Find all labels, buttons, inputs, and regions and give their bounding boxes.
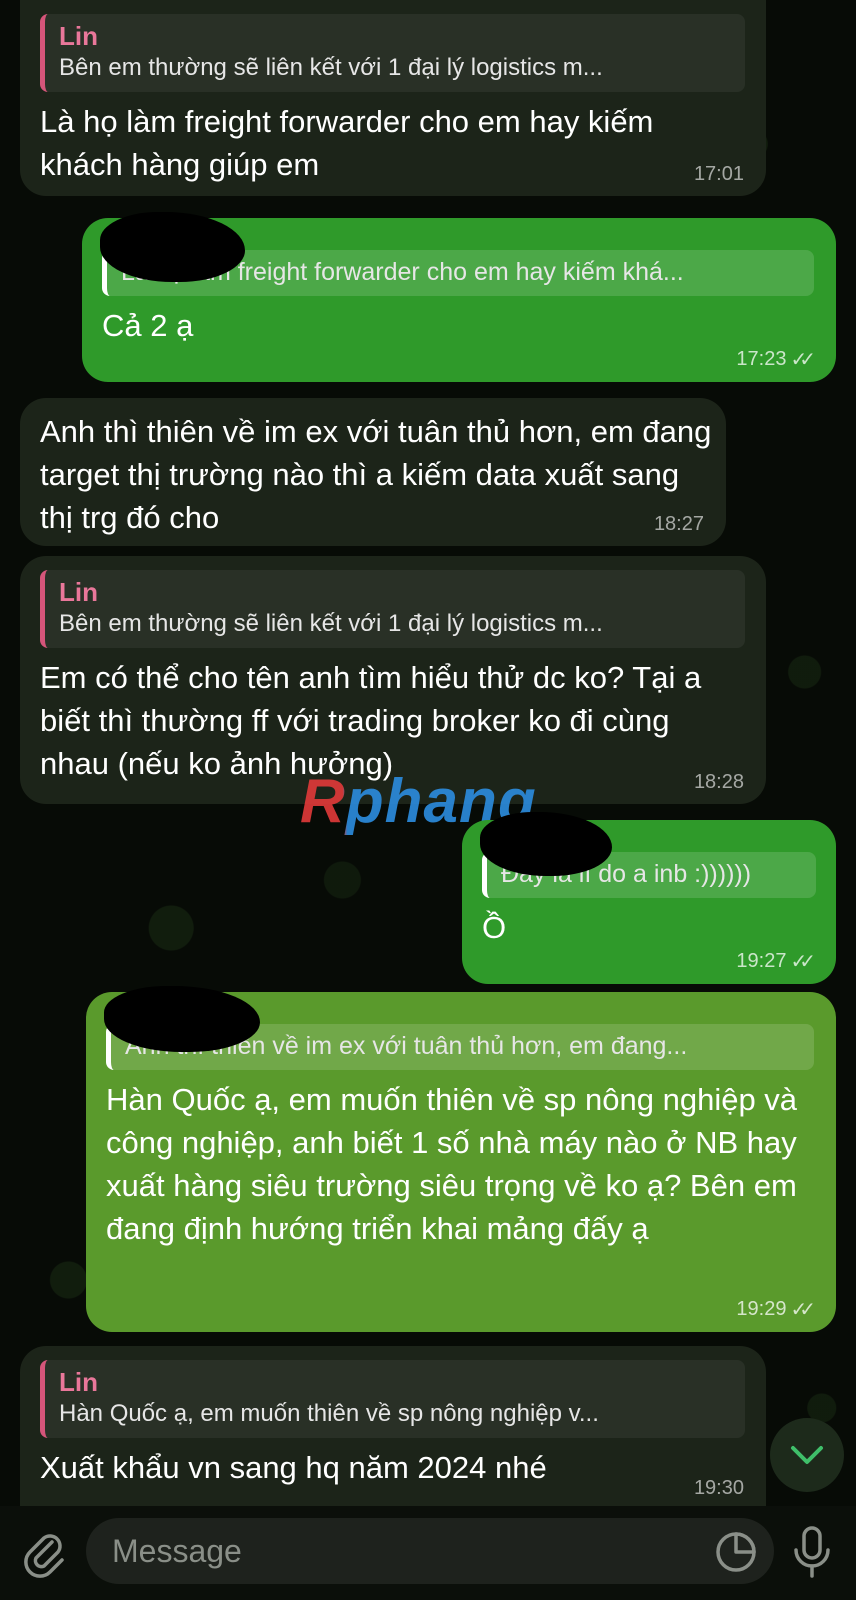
time-label: 18:27 <box>653 513 704 535</box>
message-input[interactable]: Message <box>86 1518 774 1584</box>
chevron-down-icon <box>791 1446 823 1464</box>
paperclip-icon <box>24 1534 64 1578</box>
message-time: 19:27 ✓✓ <box>736 949 815 974</box>
quote-text: Hàn Quốc ạ, em muốn thiên về sp nông ngh… <box>59 1400 599 1427</box>
message-time: 17:23 ✓✓ <box>736 347 815 372</box>
message-text: Ồ <box>482 910 507 945</box>
microphone-icon <box>794 1526 830 1578</box>
message-bubble-incoming[interactable]: Lin Bên em thường sẽ liên kết với 1 đại … <box>20 0 766 196</box>
message-time: 19:29 ✓✓ <box>736 1297 815 1322</box>
double-check-icon: ✓✓ <box>790 349 815 371</box>
quote-sender-name: Lin <box>59 1367 98 1397</box>
time-label: 18:28 <box>693 771 744 793</box>
time-label: 19:27 <box>736 950 787 972</box>
reply-quote[interactable]: Lin Bên em thường sẽ liên kết với 1 đại … <box>40 570 745 648</box>
message-time: 18:27 <box>654 513 704 536</box>
message-text: Xuất khẩu vn sang hq năm 2024 nhé <box>40 1450 547 1485</box>
message-text: Là họ làm freight forwarder cho em hay k… <box>40 104 654 182</box>
time-label: 19:30 <box>693 1477 744 1499</box>
time-label: 17:01 <box>693 163 744 185</box>
message-time: 18:28 <box>694 771 744 794</box>
message-bubble-incoming[interactable]: Lin Hàn Quốc ạ, em muốn thiên về sp nông… <box>20 1346 766 1510</box>
reply-quote[interactable]: Lin Bên em thường sẽ liên kết với 1 đại … <box>40 14 745 92</box>
double-check-icon: ✓✓ <box>790 951 815 973</box>
quote-text: Bên em thường sẽ liên kết với 1 đại lý l… <box>59 54 603 81</box>
message-bubble-incoming[interactable]: Anh thì thiên về im ex với tuân thủ hơn,… <box>20 398 726 546</box>
quote-sender-name: Lin <box>59 21 98 51</box>
sticker-icon <box>716 1532 756 1572</box>
message-text: Cả 2 ạ <box>102 308 194 343</box>
time-label: 17:23 <box>736 348 787 370</box>
quote-sender-name: Lin <box>59 577 98 607</box>
message-time: 17:01 <box>694 163 744 186</box>
attach-button[interactable] <box>18 1528 70 1580</box>
double-check-icon: ✓✓ <box>790 1299 815 1321</box>
reply-quote[interactable]: Lin Hàn Quốc ạ, em muốn thiên về sp nông… <box>40 1360 745 1438</box>
message-time: 19:30 <box>694 1477 744 1500</box>
sticker-button[interactable] <box>712 1528 760 1576</box>
time-label: 19:29 <box>736 1298 787 1320</box>
scroll-to-bottom-button[interactable] <box>770 1418 844 1492</box>
voice-record-button[interactable] <box>788 1524 836 1582</box>
message-text: Anh thì thiên về im ex với tuân thủ hơn,… <box>40 414 712 535</box>
quote-text: Bên em thường sẽ liên kết với 1 đại lý l… <box>59 610 603 637</box>
message-text: Hàn Quốc ạ, em muốn thiên về sp nông ngh… <box>106 1082 798 1246</box>
